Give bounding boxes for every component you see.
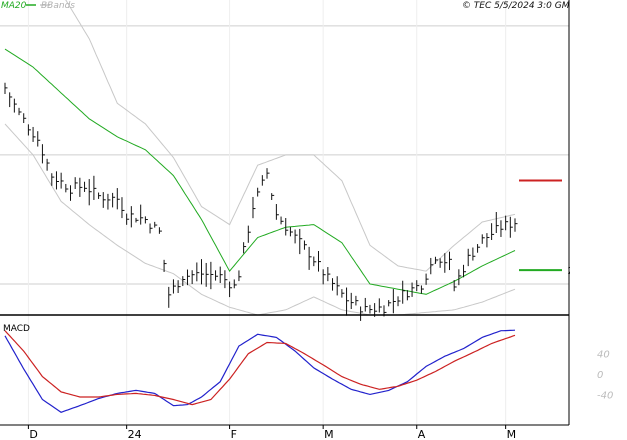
stock-chart: 24012054 200025003000 MA20 BBands © TEC … (0, 0, 627, 440)
macd-label: MACD (3, 324, 30, 334)
x-tick-label: F (231, 428, 237, 440)
chart-background (0, 0, 627, 440)
macd-y-tick-label: 0 (597, 370, 603, 381)
right-gutter (570, 0, 627, 425)
x-tick-label: 24 (128, 428, 142, 440)
copyright-text: © TEC 5/5/2024 3:0 GMT (462, 1, 577, 11)
x-tick-label: M (507, 428, 517, 440)
macd-y-tick-label: -40 (597, 390, 613, 401)
x-tick-label: D (29, 428, 37, 440)
legend-bb-label: BBands (41, 1, 75, 11)
legend-ma-label: MA20 (1, 1, 27, 11)
x-tick-label: A (418, 428, 426, 440)
x-tick-label: M (324, 428, 334, 440)
macd-y-tick-label: 40 (597, 350, 610, 361)
scroll-strip (0, 428, 627, 440)
